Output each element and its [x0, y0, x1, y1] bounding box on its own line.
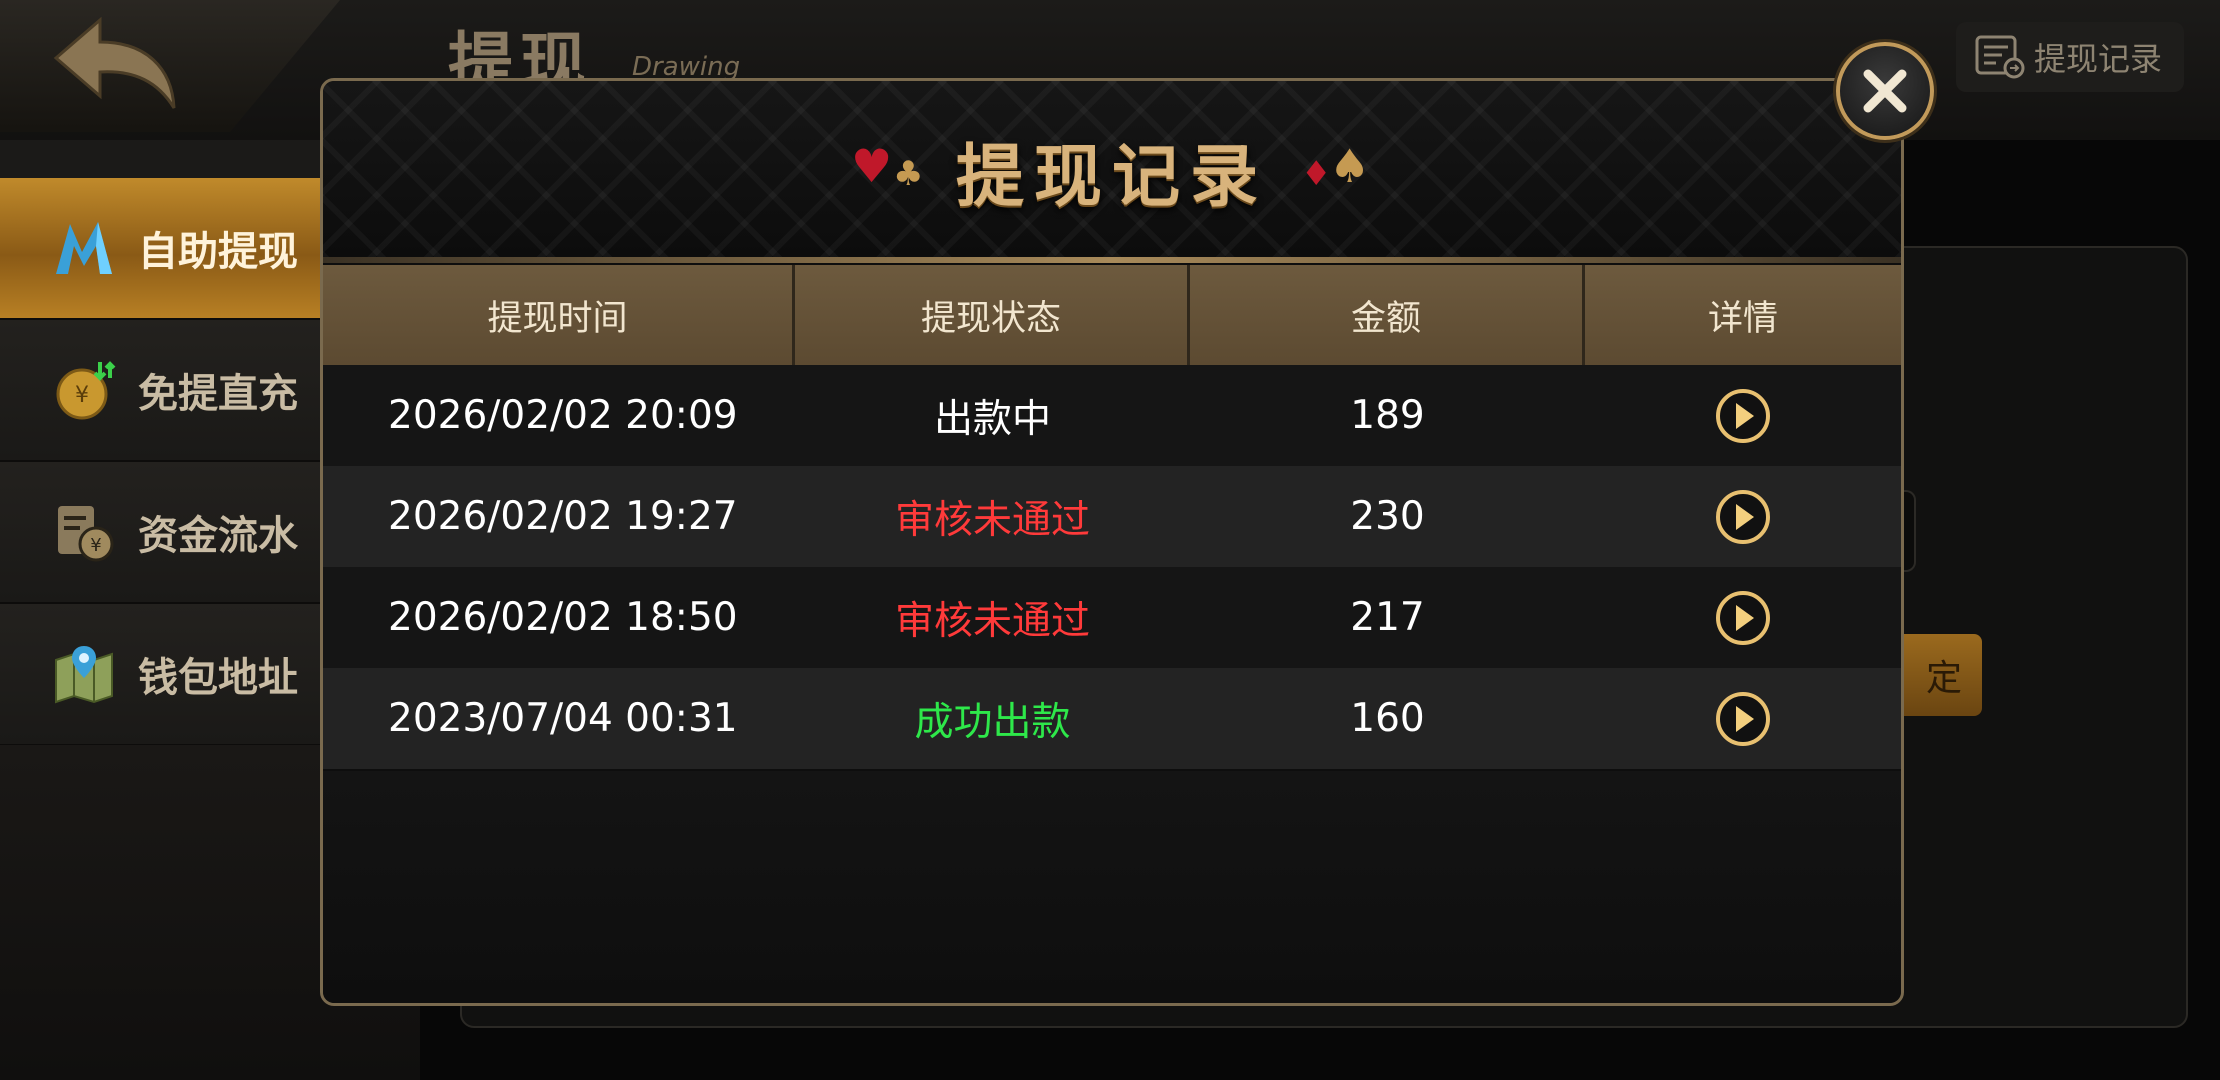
row-time: 2023/07/04 00:31	[388, 696, 738, 741]
detail-arrow-icon[interactable]	[1715, 489, 1771, 545]
withdraw-records-button[interactable]: 提现记录	[1956, 22, 2184, 92]
table-header-row: 提现时间 提现状态 金额 详情	[323, 265, 1901, 365]
confirm-button-label: 定	[1925, 658, 1962, 699]
back-arrow-icon[interactable]	[50, 12, 180, 112]
detail-arrow-icon[interactable]	[1715, 388, 1771, 444]
withdraw-records-modal: ♥ ♣ 提现记录 ♦ ♠ 提现时间 提现状态 金额 详情 2026/02/02 …	[320, 78, 1904, 1006]
detail-arrow-icon[interactable]	[1715, 691, 1771, 747]
detail-arrow-icon[interactable]	[1715, 590, 1771, 646]
row-detail-cell	[1585, 668, 1901, 769]
records-button-label: 提现记录	[2034, 40, 2163, 78]
sidebar-item-label: 钱包地址	[138, 655, 298, 701]
brand-m-icon	[56, 222, 112, 274]
sidebar-item-direct-recharge[interactable]: ¥ 免提直充	[0, 320, 330, 462]
records-list-icon	[1975, 35, 2025, 79]
spade-suit-icon: ♠	[1329, 139, 1371, 193]
svg-text:¥: ¥	[75, 383, 89, 408]
row-time: 2026/02/02 20:09	[388, 393, 738, 438]
row-detail-cell	[1585, 567, 1901, 668]
row-status: 审核未通过	[894, 598, 1090, 644]
column-header-amount: 金额	[1190, 265, 1585, 365]
sidebar-item-label: 免提直充	[138, 371, 298, 417]
table-row: 2023/07/04 00:31 成功出款 160	[323, 668, 1901, 769]
row-detail-cell	[1585, 365, 1901, 466]
row-time: 2026/02/02 19:27	[388, 494, 738, 539]
row-amount: 217	[1350, 595, 1425, 640]
sidebar-item-self-withdraw[interactable]: 自助提现	[0, 178, 330, 320]
sidebar-item-label: 资金流水	[138, 513, 298, 559]
sidebar-item-wallet-address[interactable]: 钱包地址	[0, 604, 330, 746]
modal-empty-area	[323, 771, 1901, 1003]
table-row: 2026/02/02 20:09 出款中 189	[323, 365, 1901, 466]
row-status: 成功出款	[914, 699, 1071, 745]
modal-title: 提现记录	[955, 138, 1268, 217]
svg-text:¥: ¥	[90, 535, 101, 556]
column-header-details: 详情	[1707, 298, 1778, 339]
row-detail-cell	[1585, 466, 1901, 567]
row-status: 审核未通过	[894, 497, 1090, 543]
row-status: 出款中	[933, 396, 1051, 442]
close-icon	[1863, 69, 1907, 113]
table-row: 2026/02/02 19:27 审核未通过 230	[323, 466, 1901, 567]
header-divider	[323, 257, 1901, 263]
close-modal-button[interactable]	[1836, 42, 1934, 140]
fund-statement-icon: ¥	[58, 506, 114, 562]
wallet-map-icon	[55, 646, 113, 704]
column-header-time: 提现时间	[323, 265, 795, 365]
coin-recharge-icon: ¥	[56, 361, 116, 420]
row-amount: 189	[1350, 393, 1425, 438]
diamond-suit-icon: ♦	[1301, 154, 1332, 194]
records-table: 提现时间 提现状态 金额 详情 2026/02/02 20:09 出款中 189…	[323, 265, 1901, 769]
column-header-status: 提现状态	[795, 265, 1190, 365]
sidebar-item-fund-statement[interactable]: ¥ 资金流水	[0, 462, 330, 604]
row-amount: 230	[1350, 494, 1425, 539]
sidebar-item-label: 自助提现	[138, 229, 298, 275]
row-time: 2026/02/02 18:50	[388, 595, 738, 640]
row-amount: 160	[1350, 696, 1425, 741]
table-row: 2026/02/02 18:50 审核未通过 217	[323, 567, 1901, 668]
